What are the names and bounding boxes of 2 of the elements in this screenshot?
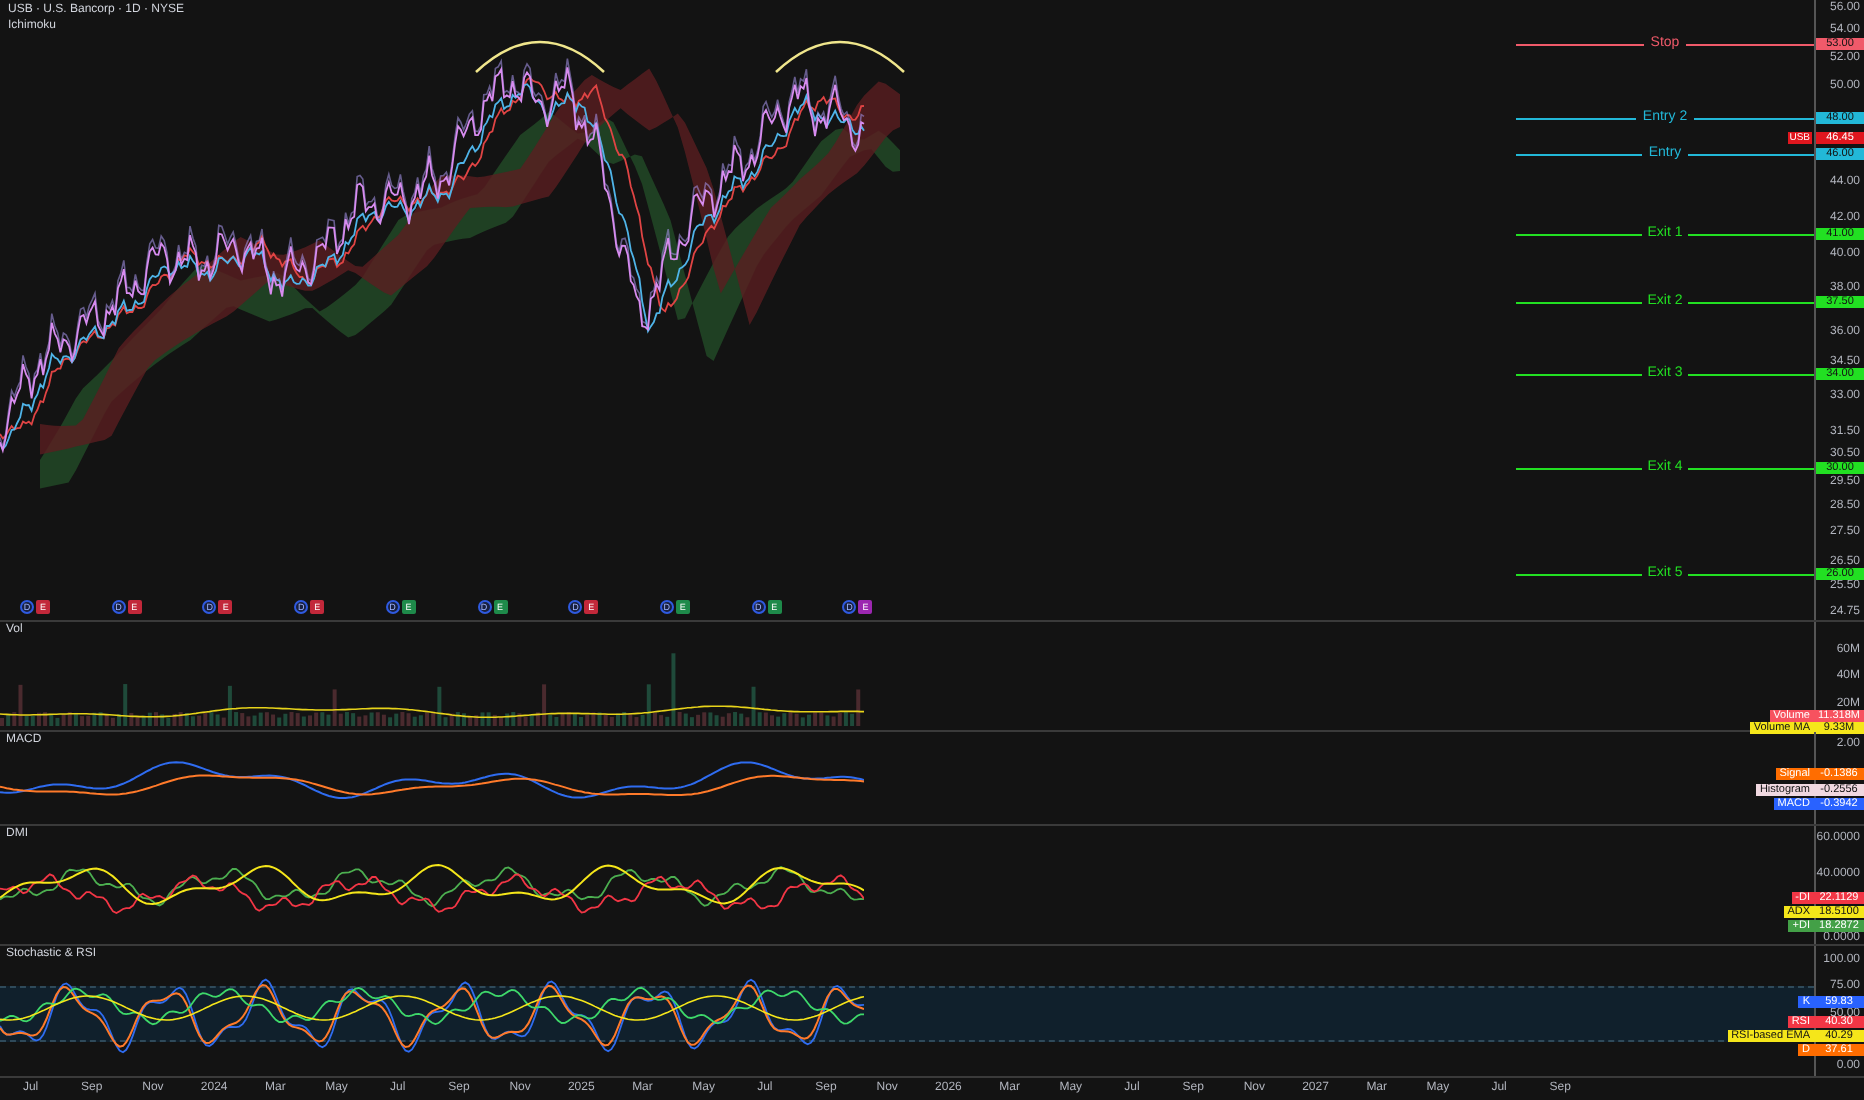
shoulder-arc [775,40,905,73]
shoulder-arc [475,40,605,73]
